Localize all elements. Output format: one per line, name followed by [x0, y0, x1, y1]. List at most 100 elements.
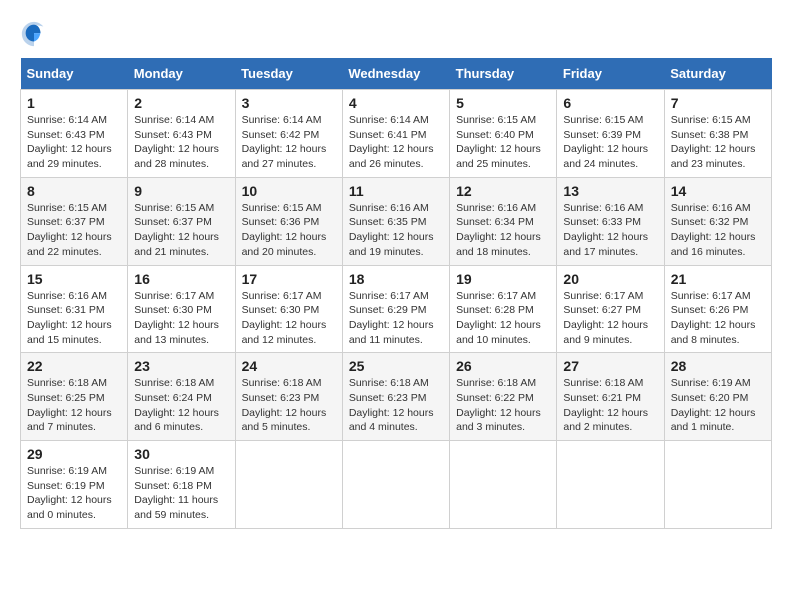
day-number: 30 — [134, 446, 228, 462]
calendar-week-row: 1 Sunrise: 6:14 AMSunset: 6:43 PMDayligh… — [21, 90, 772, 178]
day-number: 23 — [134, 358, 228, 374]
calendar-cell: 3 Sunrise: 6:14 AMSunset: 6:42 PMDayligh… — [235, 90, 342, 178]
day-info: Sunrise: 6:17 AMSunset: 6:27 PMDaylight:… — [563, 290, 648, 346]
day-header-monday: Monday — [128, 58, 235, 90]
calendar-cell: 8 Sunrise: 6:15 AMSunset: 6:37 PMDayligh… — [21, 177, 128, 265]
calendar-cell: 4 Sunrise: 6:14 AMSunset: 6:41 PMDayligh… — [342, 90, 449, 178]
day-number: 20 — [563, 271, 657, 287]
day-info: Sunrise: 6:15 AMSunset: 6:40 PMDaylight:… — [456, 114, 541, 170]
calendar-cell: 5 Sunrise: 6:15 AMSunset: 6:40 PMDayligh… — [450, 90, 557, 178]
calendar-cell — [342, 441, 449, 529]
day-number: 8 — [27, 183, 121, 199]
day-info: Sunrise: 6:19 AMSunset: 6:19 PMDaylight:… — [27, 465, 112, 521]
calendar-cell: 24 Sunrise: 6:18 AMSunset: 6:23 PMDaylig… — [235, 353, 342, 441]
day-number: 1 — [27, 95, 121, 111]
day-number: 4 — [349, 95, 443, 111]
day-info: Sunrise: 6:15 AMSunset: 6:39 PMDaylight:… — [563, 114, 648, 170]
day-info: Sunrise: 6:17 AMSunset: 6:28 PMDaylight:… — [456, 290, 541, 346]
day-header-wednesday: Wednesday — [342, 58, 449, 90]
day-info: Sunrise: 6:16 AMSunset: 6:34 PMDaylight:… — [456, 202, 541, 258]
day-number: 27 — [563, 358, 657, 374]
day-info: Sunrise: 6:16 AMSunset: 6:33 PMDaylight:… — [563, 202, 648, 258]
day-number: 5 — [456, 95, 550, 111]
calendar-cell: 7 Sunrise: 6:15 AMSunset: 6:38 PMDayligh… — [664, 90, 771, 178]
calendar-cell: 9 Sunrise: 6:15 AMSunset: 6:37 PMDayligh… — [128, 177, 235, 265]
day-info: Sunrise: 6:15 AMSunset: 6:38 PMDaylight:… — [671, 114, 756, 170]
calendar-table: SundayMondayTuesdayWednesdayThursdayFrid… — [20, 58, 772, 529]
calendar-cell: 15 Sunrise: 6:16 AMSunset: 6:31 PMDaylig… — [21, 265, 128, 353]
calendar-cell: 19 Sunrise: 6:17 AMSunset: 6:28 PMDaylig… — [450, 265, 557, 353]
day-number: 13 — [563, 183, 657, 199]
day-number: 17 — [242, 271, 336, 287]
calendar-cell: 11 Sunrise: 6:16 AMSunset: 6:35 PMDaylig… — [342, 177, 449, 265]
page-header — [20, 20, 772, 48]
general-blue-icon — [20, 20, 48, 48]
day-info: Sunrise: 6:14 AMSunset: 6:43 PMDaylight:… — [134, 114, 219, 170]
day-number: 26 — [456, 358, 550, 374]
day-info: Sunrise: 6:18 AMSunset: 6:24 PMDaylight:… — [134, 377, 219, 433]
day-info: Sunrise: 6:14 AMSunset: 6:43 PMDaylight:… — [27, 114, 112, 170]
calendar-cell: 17 Sunrise: 6:17 AMSunset: 6:30 PMDaylig… — [235, 265, 342, 353]
calendar-cell — [235, 441, 342, 529]
day-info: Sunrise: 6:18 AMSunset: 6:23 PMDaylight:… — [349, 377, 434, 433]
calendar-cell: 27 Sunrise: 6:18 AMSunset: 6:21 PMDaylig… — [557, 353, 664, 441]
day-number: 29 — [27, 446, 121, 462]
calendar-cell: 22 Sunrise: 6:18 AMSunset: 6:25 PMDaylig… — [21, 353, 128, 441]
calendar-cell: 12 Sunrise: 6:16 AMSunset: 6:34 PMDaylig… — [450, 177, 557, 265]
calendar-cell: 30 Sunrise: 6:19 AMSunset: 6:18 PMDaylig… — [128, 441, 235, 529]
calendar-week-row: 29 Sunrise: 6:19 AMSunset: 6:19 PMDaylig… — [21, 441, 772, 529]
day-number: 2 — [134, 95, 228, 111]
day-info: Sunrise: 6:17 AMSunset: 6:29 PMDaylight:… — [349, 290, 434, 346]
day-header-friday: Friday — [557, 58, 664, 90]
day-info: Sunrise: 6:17 AMSunset: 6:30 PMDaylight:… — [134, 290, 219, 346]
day-number: 10 — [242, 183, 336, 199]
calendar-cell — [450, 441, 557, 529]
day-number: 15 — [27, 271, 121, 287]
logo — [20, 20, 52, 48]
logo-container — [20, 20, 52, 48]
day-number: 11 — [349, 183, 443, 199]
day-info: Sunrise: 6:15 AMSunset: 6:37 PMDaylight:… — [27, 202, 112, 258]
day-number: 3 — [242, 95, 336, 111]
calendar-week-row: 22 Sunrise: 6:18 AMSunset: 6:25 PMDaylig… — [21, 353, 772, 441]
day-number: 14 — [671, 183, 765, 199]
day-header-thursday: Thursday — [450, 58, 557, 90]
calendar-cell: 21 Sunrise: 6:17 AMSunset: 6:26 PMDaylig… — [664, 265, 771, 353]
day-number: 7 — [671, 95, 765, 111]
day-info: Sunrise: 6:18 AMSunset: 6:22 PMDaylight:… — [456, 377, 541, 433]
calendar-cell — [664, 441, 771, 529]
day-header-sunday: Sunday — [21, 58, 128, 90]
day-info: Sunrise: 6:18 AMSunset: 6:25 PMDaylight:… — [27, 377, 112, 433]
calendar-cell: 26 Sunrise: 6:18 AMSunset: 6:22 PMDaylig… — [450, 353, 557, 441]
day-info: Sunrise: 6:16 AMSunset: 6:31 PMDaylight:… — [27, 290, 112, 346]
day-number: 18 — [349, 271, 443, 287]
day-info: Sunrise: 6:16 AMSunset: 6:32 PMDaylight:… — [671, 202, 756, 258]
day-number: 24 — [242, 358, 336, 374]
calendar-week-row: 15 Sunrise: 6:16 AMSunset: 6:31 PMDaylig… — [21, 265, 772, 353]
day-info: Sunrise: 6:14 AMSunset: 6:42 PMDaylight:… — [242, 114, 327, 170]
day-info: Sunrise: 6:15 AMSunset: 6:36 PMDaylight:… — [242, 202, 327, 258]
day-number: 21 — [671, 271, 765, 287]
calendar-cell: 1 Sunrise: 6:14 AMSunset: 6:43 PMDayligh… — [21, 90, 128, 178]
day-info: Sunrise: 6:18 AMSunset: 6:21 PMDaylight:… — [563, 377, 648, 433]
day-info: Sunrise: 6:15 AMSunset: 6:37 PMDaylight:… — [134, 202, 219, 258]
calendar-cell: 14 Sunrise: 6:16 AMSunset: 6:32 PMDaylig… — [664, 177, 771, 265]
calendar-week-row: 8 Sunrise: 6:15 AMSunset: 6:37 PMDayligh… — [21, 177, 772, 265]
day-number: 22 — [27, 358, 121, 374]
day-number: 16 — [134, 271, 228, 287]
calendar-cell: 18 Sunrise: 6:17 AMSunset: 6:29 PMDaylig… — [342, 265, 449, 353]
day-number: 6 — [563, 95, 657, 111]
day-info: Sunrise: 6:17 AMSunset: 6:30 PMDaylight:… — [242, 290, 327, 346]
day-header-tuesday: Tuesday — [235, 58, 342, 90]
day-number: 25 — [349, 358, 443, 374]
calendar-cell: 20 Sunrise: 6:17 AMSunset: 6:27 PMDaylig… — [557, 265, 664, 353]
day-info: Sunrise: 6:14 AMSunset: 6:41 PMDaylight:… — [349, 114, 434, 170]
day-header-saturday: Saturday — [664, 58, 771, 90]
calendar-cell: 10 Sunrise: 6:15 AMSunset: 6:36 PMDaylig… — [235, 177, 342, 265]
day-info: Sunrise: 6:16 AMSunset: 6:35 PMDaylight:… — [349, 202, 434, 258]
day-info: Sunrise: 6:19 AMSunset: 6:20 PMDaylight:… — [671, 377, 756, 433]
calendar-cell — [557, 441, 664, 529]
day-number: 28 — [671, 358, 765, 374]
day-info: Sunrise: 6:17 AMSunset: 6:26 PMDaylight:… — [671, 290, 756, 346]
calendar-cell: 6 Sunrise: 6:15 AMSunset: 6:39 PMDayligh… — [557, 90, 664, 178]
